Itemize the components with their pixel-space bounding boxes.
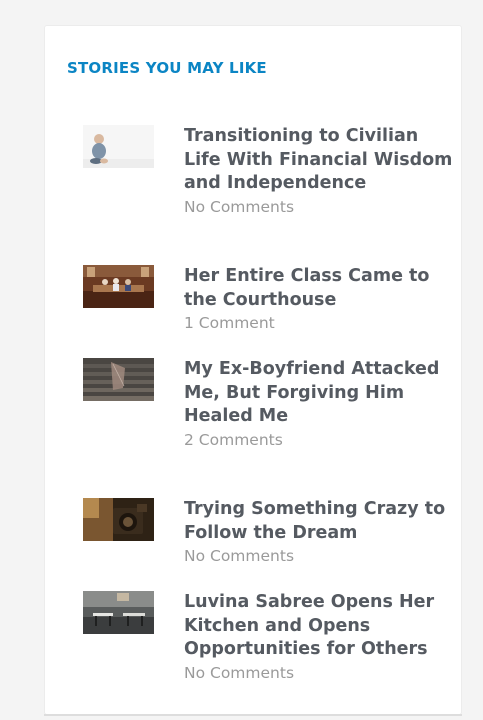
story-comments-link[interactable]: No Comments (184, 662, 456, 685)
story-thumbnail[interactable] (83, 591, 154, 634)
widget-title: STORIES YOU MAY LIKE (67, 59, 267, 77)
story-title-link[interactable]: Transitioning to Civilian Life With Fina… (184, 125, 456, 196)
story-comments-link[interactable]: 2 Comments (184, 429, 456, 452)
toddler-sitting-photo (83, 125, 154, 168)
vintage-camera-photo (83, 498, 154, 541)
story-comments-link[interactable]: 1 Comment (184, 312, 456, 335)
restaurant-interior-photo (83, 591, 154, 634)
story-thumbnail[interactable] (83, 358, 154, 401)
courtroom-photo (83, 265, 154, 308)
story-comments-link[interactable]: No Comments (184, 545, 456, 568)
story-thumbnail[interactable] (83, 498, 154, 541)
story-comments-link[interactable]: No Comments (184, 196, 456, 219)
story-title-link[interactable]: Trying Something Crazy to Follow the Dre… (184, 498, 456, 545)
story-title-link[interactable]: Her Entire Class Came to the Courthouse (184, 265, 456, 312)
bottom-divider (44, 714, 462, 716)
stories-widget: STORIES YOU MAY LIKE Transitioning to Ci… (44, 25, 462, 715)
story-thumbnail[interactable] (83, 265, 154, 308)
story-title-link[interactable]: Luvina Sabree Opens Her Kitchen and Open… (184, 591, 456, 662)
story-thumbnail[interactable] (83, 125, 154, 168)
story-title-link[interactable]: My Ex-Boyfriend Attacked Me, But Forgivi… (184, 358, 456, 429)
stairs-photo (83, 358, 154, 401)
